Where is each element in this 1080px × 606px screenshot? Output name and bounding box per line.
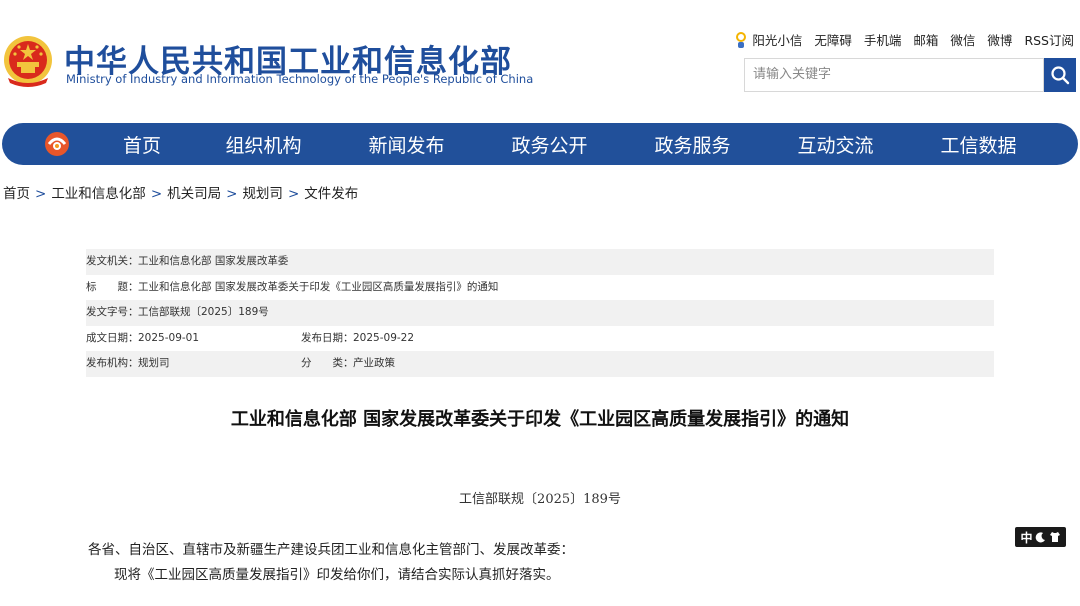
moon-icon: [1035, 532, 1045, 543]
link-mobile[interactable]: 手机端: [864, 30, 902, 49]
meta-row-docno: 发文字号： 工信部联规〔2025〕189号: [86, 300, 994, 326]
sunshine-mascot-icon: [736, 31, 747, 48]
meta-org-value: 规划司: [138, 357, 170, 369]
nav-interaction[interactable]: 互动交流: [764, 131, 907, 158]
main-nav: 首页 组织机构 新闻发布 政务公开 政务服务 互动交流 工信数据: [2, 123, 1078, 165]
nav-services[interactable]: 政务服务: [621, 131, 764, 158]
meta-title-value: 工业和信息化部 国家发展改革委关于印发《工业园区高质量发展指引》的通知: [138, 280, 499, 293]
breadcrumb-home[interactable]: 首页: [3, 186, 30, 202]
article-paragraph: 各省、自治区、直辖市及新疆生产建设兵团工业和信息化主管部门、发展改革委：: [88, 542, 574, 558]
search-button[interactable]: [1044, 58, 1076, 92]
meta-org-label: 发布机构：: [86, 357, 139, 369]
search-icon: [1051, 66, 1070, 85]
national-emblem-icon[interactable]: [2, 34, 54, 88]
breadcrumb-separator: >: [287, 186, 300, 202]
ministry-logo-icon[interactable]: [42, 129, 72, 159]
link-wechat[interactable]: 微信: [950, 30, 975, 49]
meta-row-org: 发布机构： 规划司 分 类： 产业政策: [86, 351, 994, 377]
meta-docno-value: 工信部联规〔2025〕189号: [138, 306, 269, 318]
site-header: 中华人民共和国工业和信息化部 Ministry of Industry and …: [0, 0, 1080, 120]
link-weibo[interactable]: 微博: [987, 30, 1012, 49]
breadcrumb-departments[interactable]: 机关司局: [167, 186, 221, 202]
link-sunshine[interactable]: 阳光小信: [752, 30, 802, 49]
meta-issuer-label: 发文机关：: [86, 255, 139, 267]
meta-created-label: 成文日期：: [86, 331, 139, 344]
breadcrumb-separator: >: [35, 186, 47, 202]
breadcrumb-ministry[interactable]: 工业和信息化部: [51, 186, 146, 202]
meta-published-label: 发布日期：: [301, 331, 354, 344]
language-label: 中: [1020, 530, 1033, 545]
link-accessibility[interactable]: 无障碍: [814, 30, 852, 49]
meta-row-title: 标 题： 工业和信息化部 国家发展改革委关于印发《工业园区高质量发展指引》的通知: [86, 275, 994, 301]
breadcrumb: 首页 > 工业和信息化部 > 机关司局 > 规划司 > 文件发布: [3, 182, 358, 202]
shirt-icon: [1049, 532, 1060, 542]
nav-organization[interactable]: 组织机构: [192, 131, 335, 158]
link-rss[interactable]: RSS订阅: [1024, 30, 1074, 49]
meta-category-value: 产业政策: [353, 357, 395, 369]
breadcrumb-separator: >: [150, 186, 163, 202]
meta-title-label: 标 题：: [86, 280, 139, 293]
language-toolbar-widget[interactable]: 中: [1015, 527, 1066, 547]
meta-row-issuer: 发文机关： 工业和信息化部 国家发展改革委: [86, 249, 994, 275]
article-title: 工业和信息化部 国家发展改革委关于印发《工业园区高质量发展指引》的通知: [230, 409, 850, 430]
breadcrumb-file-release[interactable]: 文件发布: [304, 186, 358, 202]
document-meta-table: 发文机关： 工业和信息化部 国家发展改革委 标 题： 工业和信息化部 国家发展改…: [86, 249, 994, 377]
nav-home[interactable]: 首页: [92, 131, 192, 158]
search-input[interactable]: 请输入关键字: [744, 58, 1044, 92]
meta-published-value: 2025-09-22: [353, 331, 415, 344]
article-doc-number: 工信部联规〔2025〕189号: [459, 492, 621, 507]
meta-docno-label: 发文字号：: [86, 306, 139, 318]
article-paragraph: 现将《工业园区高质量发展指引》印发给你们，请结合实际认真抓好落实。: [114, 567, 560, 583]
breadcrumb-planning[interactable]: 规划司: [242, 186, 283, 202]
meta-row-dates: 成文日期： 2025-09-01 发布日期： 2025-09-22: [86, 326, 994, 352]
meta-created-value: 2025-09-01: [138, 331, 200, 344]
link-mail[interactable]: 邮箱: [913, 30, 938, 49]
top-links: 阳光小信 无障碍 手机端 邮箱 微信 微博 RSS订阅: [734, 30, 1074, 49]
meta-issuer-value: 工业和信息化部 国家发展改革委: [138, 255, 289, 267]
nav-news[interactable]: 新闻发布: [335, 131, 478, 158]
nav-government-affairs[interactable]: 政务公开: [478, 131, 621, 158]
nav-data[interactable]: 工信数据: [907, 131, 1050, 158]
site-subtitle[interactable]: Ministry of Industry and Information Tec…: [66, 72, 533, 86]
meta-category-label: 分 类：: [301, 357, 354, 369]
breadcrumb-separator: >: [226, 186, 238, 202]
